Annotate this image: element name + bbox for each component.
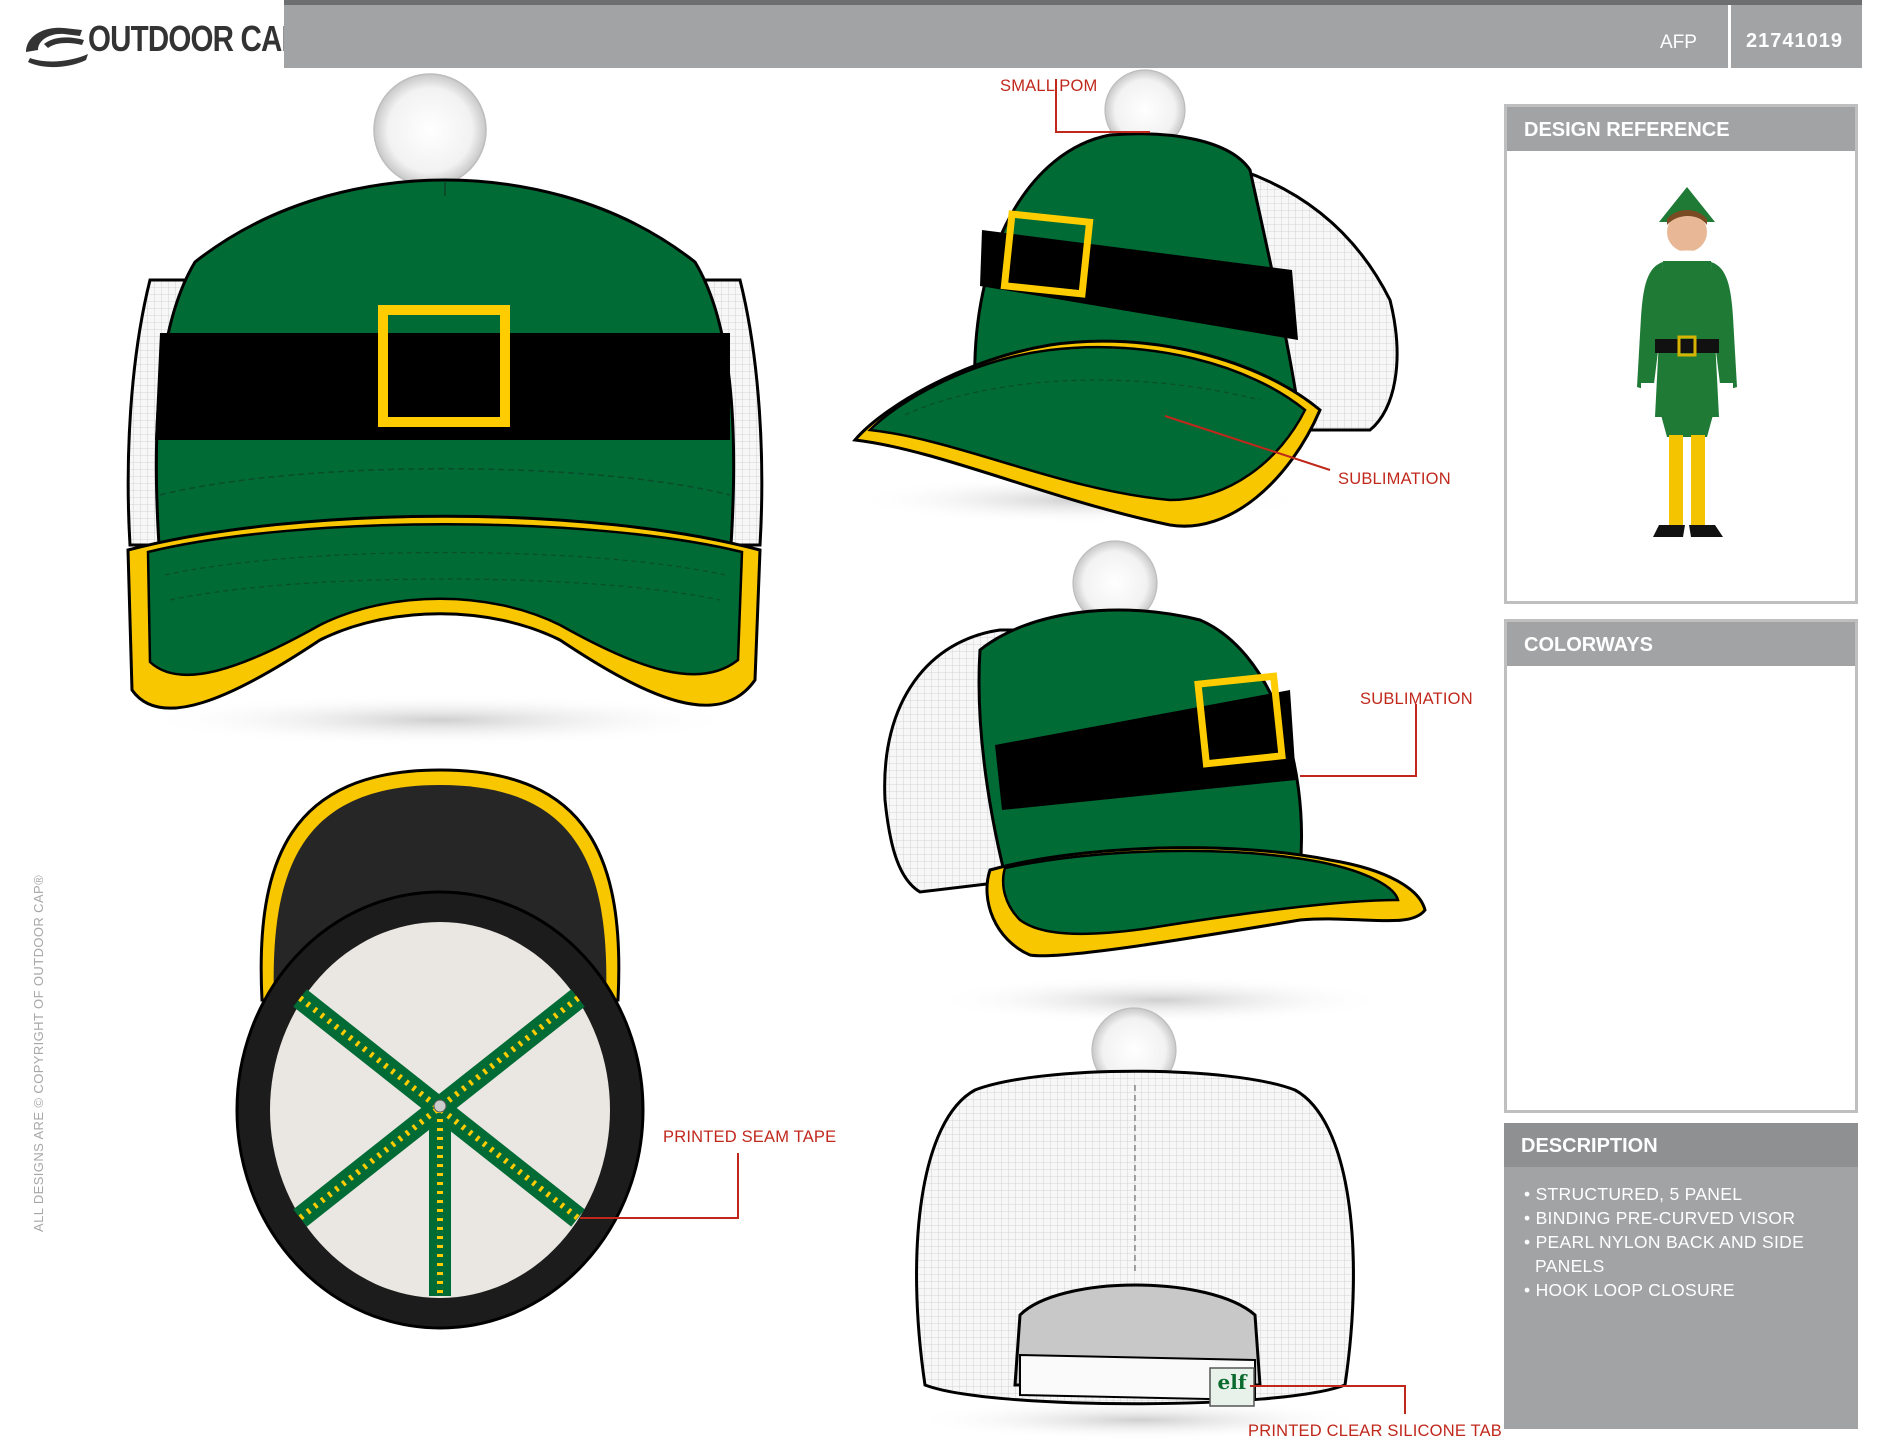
description-item: • STRUCTURED, 5 PANEL [1524, 1184, 1743, 1204]
callout-sublimation-side: SUBLIMATION [1360, 690, 1473, 708]
description-item: • PEARL NYLON BACK AND SIDE [1524, 1232, 1805, 1252]
copyright-notice: ALL DESIGNS ARE © COPYRIGHT OF OUTDOOR C… [31, 874, 46, 1232]
callout-small-pom: SMALL POM [1000, 77, 1098, 95]
description-item: • HOOK LOOP CLOSURE [1524, 1280, 1735, 1300]
colorways-title: COLORWAYS [1507, 622, 1855, 666]
description-item: PANELS [1535, 1256, 1605, 1276]
description-panel: DESCRIPTION • STRUCTURED, 5 PANEL • BIND… [1504, 1123, 1858, 1429]
description-title: DESCRIPTION [1504, 1123, 1858, 1167]
design-reference-title: DESIGN REFERENCE [1507, 107, 1855, 151]
angle-view-right [850, 69, 1399, 528]
front-view [126, 73, 764, 746]
back-view [910, 1007, 1406, 1440]
description-item: • BINDING PRE-CURVED VISOR [1524, 1208, 1796, 1228]
angle-view-left [883, 540, 1427, 1024]
colorways-panel: COLORWAYS [1504, 619, 1858, 1113]
reference-elf-figure-icon [1637, 187, 1737, 537]
design-reference-panel: DESIGN REFERENCE [1504, 104, 1858, 604]
front-pom-icon [373, 73, 487, 187]
silicone-tab-text: elf [1217, 1370, 1247, 1394]
under-view [235, 768, 645, 1330]
callout-sublimation-top: SUBLIMATION [1338, 470, 1451, 488]
callout-seam-tape: PRINTED SEAM TAPE [663, 1128, 837, 1146]
callout-silicone-tab: PRINTED CLEAR SILICONE TAB [1248, 1422, 1502, 1440]
